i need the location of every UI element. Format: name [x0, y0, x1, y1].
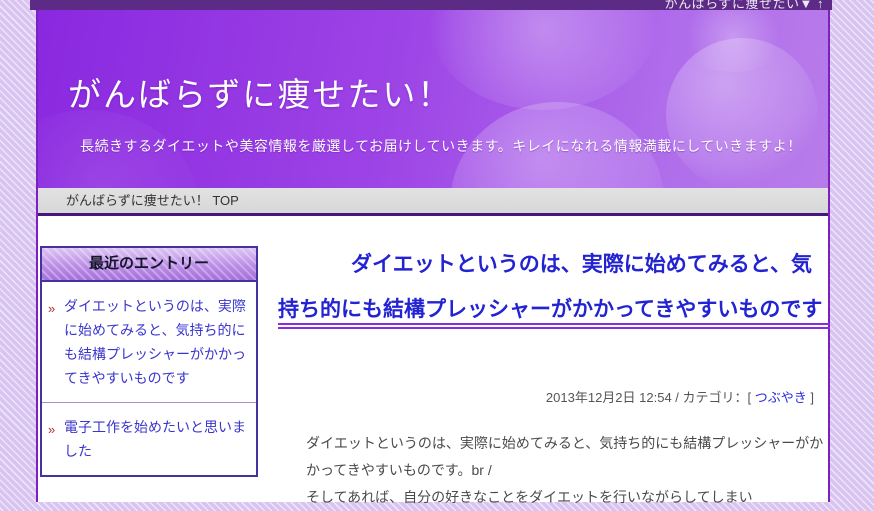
sidebar-item-label: ダイエットというのは、実際に始めてみると、気持ち的にも結構プレッシャーがかかって… [64, 298, 246, 386]
recent-entries-title: 最近のエントリー [42, 248, 256, 282]
article-body: ダイエットというのは、実際に始めてみると、気持ち的にも結構プレッシャーがかかって… [278, 430, 830, 511]
site-description: 長続きするダイエットや美容情報を厳選してお届けしていきます。キレイになれる情報満… [80, 136, 802, 156]
page-container: がんばらずに痩せたい！ 長続きするダイエットや美容情報を厳選してお届けしていきま… [36, 10, 830, 502]
topbar-site-link[interactable]: がんばらずに痩せたい▼ ↑ [665, 0, 824, 10]
site-header-banner: がんばらずに痩せたい！ 長続きするダイエットや美容情報を厳選してお届けしていきま… [38, 10, 828, 188]
article-meta: 2013年12月2日 12:54 / カテゴリ：[ つぶやき ] [278, 387, 830, 406]
admin-topbar: がんばらずに痩せたい▼ ↑ [30, 0, 832, 10]
content-area: 最近のエントリー » ダイエットというのは、実際に始めてみると、気持ち的にも結構プ… [38, 216, 828, 502]
category-link[interactable]: つぶやき [755, 390, 807, 405]
site-title[interactable]: がんばらずに痩せたい！ [68, 68, 452, 116]
sidebar-item-label: 電子工作を始めたいと思いました [64, 419, 246, 459]
article-meta-suffix: ] [807, 390, 814, 405]
sidebar-item-diet-post[interactable]: » ダイエットというのは、実際に始めてみると、気持ち的にも結構プレッシャーがかかっ… [42, 282, 256, 402]
orb-bullet-decoration [274, 290, 310, 326]
article-title[interactable]: ダイエットというのは、実際に始めてみると、気持ち的にも結構プレッシャーがかかって… [278, 242, 830, 329]
article-paragraph: そしてあれば、自分の好きなことをダイエットを行いながらしてしまい [306, 484, 830, 511]
double-arrow-icon: » [48, 418, 55, 442]
recent-entries-box: 最近のエントリー » ダイエットというのは、実際に始めてみると、気持ち的にも結構プ… [40, 246, 258, 477]
article-date: 2013年12月2日 12:54 / カテゴリ：[ [546, 390, 755, 405]
bubble-decoration [666, 38, 818, 188]
sidebar-item-electronics-post[interactable]: » 電子工作を始めたいと思いました [42, 402, 256, 475]
article: ダイエットというのは、実際に始めてみると、気持ち的にも結構プレッシャーがかかって… [278, 242, 830, 511]
bubble-decoration [428, 10, 658, 110]
double-arrow-icon: » [48, 297, 55, 321]
recent-entries-list: » ダイエットというのは、実際に始めてみると、気持ち的にも結構プレッシャーがかかっ… [42, 282, 256, 475]
bubble-decoration [678, 10, 788, 72]
breadcrumb[interactable]: がんばらずに痩せたい！ TOP [66, 188, 239, 213]
article-paragraph: ダイエットというのは、実際に始めてみると、気持ち的にも結構プレッシャーがかかって… [306, 430, 830, 484]
breadcrumb-bar: がんばらずに痩せたい！ TOP [38, 188, 828, 213]
